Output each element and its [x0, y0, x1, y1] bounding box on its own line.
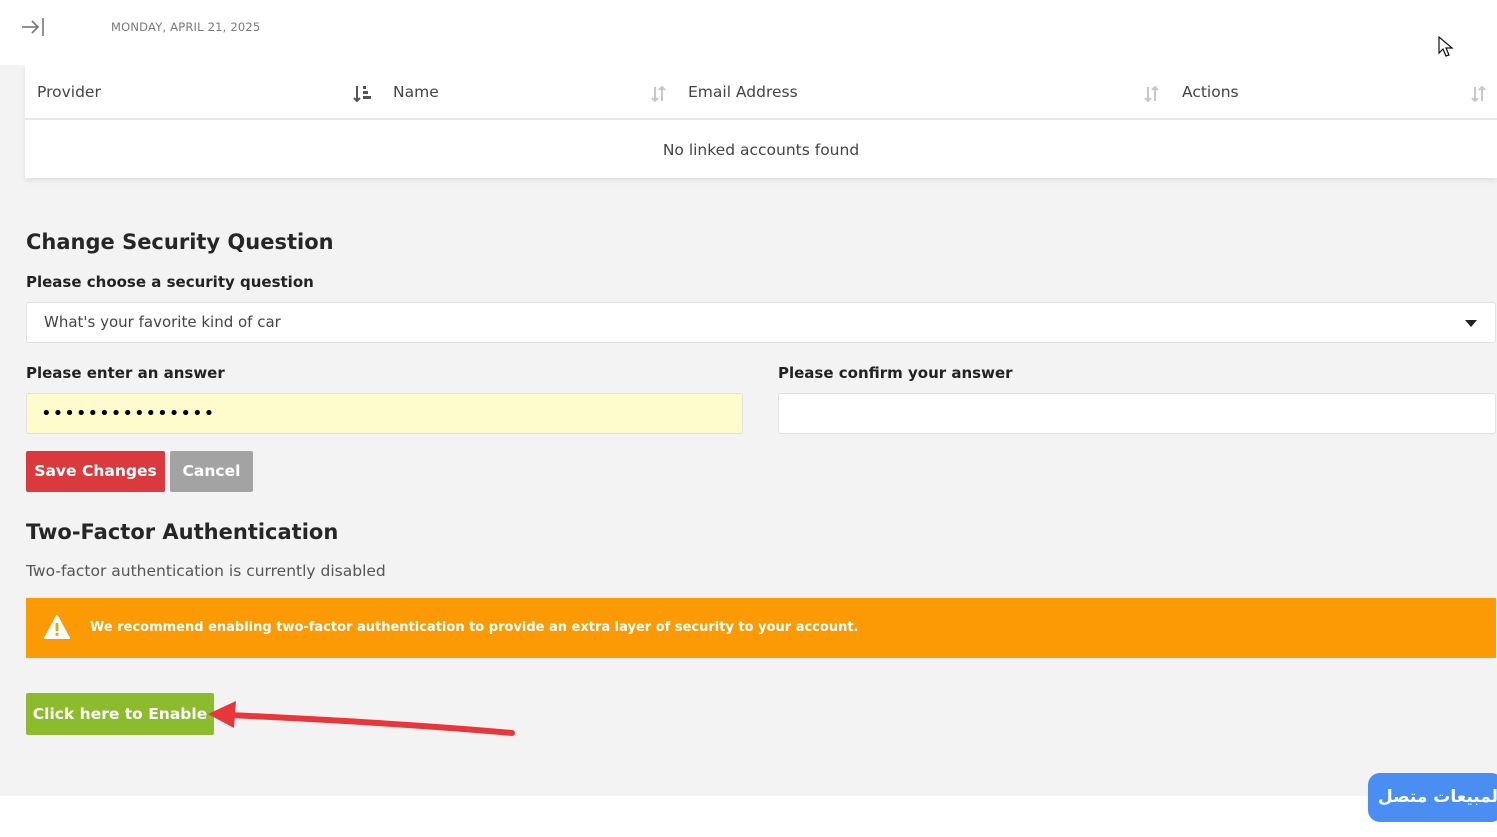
- security-question-title: Change Security Question: [26, 230, 334, 254]
- security-question-select[interactable]: What's your favorite kind of car: [26, 302, 1496, 343]
- table-header: Provider Name Email Address Actions: [25, 65, 1497, 120]
- column-header-provider[interactable]: Provider: [37, 65, 101, 120]
- sort-icon[interactable]: [1469, 85, 1489, 103]
- selected-question: What's your favorite kind of car: [44, 313, 281, 331]
- security-question-label: Please choose a security question: [26, 273, 314, 291]
- two-factor-warning-alert: We recommend enabling two-factor authent…: [26, 598, 1496, 658]
- empty-table-message: No linked accounts found: [662, 141, 860, 159]
- sort-icon[interactable]: [1142, 85, 1162, 103]
- annotation-arrow-icon: [208, 701, 515, 736]
- linked-accounts-table: Provider Name Email Address Actions No l…: [25, 65, 1497, 178]
- sidebar-expand-icon[interactable]: [20, 16, 46, 38]
- mouse-cursor-icon: [1438, 36, 1454, 57]
- two-factor-title: Two-Factor Authentication: [26, 520, 339, 544]
- enable-two-factor-button[interactable]: Click here to Enable: [26, 693, 214, 735]
- two-factor-status: Two-factor authentication is currently d…: [26, 562, 386, 580]
- warning-icon: [44, 615, 70, 639]
- column-header-name[interactable]: Name: [393, 65, 439, 120]
- answer-label: Please enter an answer: [26, 364, 225, 382]
- column-header-email[interactable]: Email Address: [688, 65, 798, 120]
- column-header-actions[interactable]: Actions: [1182, 65, 1239, 120]
- chat-label: المبيعات متصل: [1378, 787, 1497, 807]
- current-date: MONDAY, APRIL 21, 2025: [111, 20, 261, 34]
- sort-icon[interactable]: [649, 85, 669, 103]
- cancel-button[interactable]: Cancel: [170, 451, 253, 492]
- footer: [0, 796, 1497, 837]
- confirm-answer-label: Please confirm your answer: [778, 364, 1013, 382]
- top-bar: MONDAY, APRIL 21, 2025: [0, 0, 1497, 65]
- alert-message: We recommend enabling two-factor authent…: [90, 620, 859, 635]
- chevron-down-icon: [1465, 320, 1477, 327]
- sort-ascending-icon[interactable]: [353, 85, 373, 103]
- confirm-answer-input[interactable]: [778, 393, 1496, 434]
- live-chat-button[interactable]: المبيعات متصل: [1368, 773, 1497, 822]
- save-changes-button[interactable]: Save Changes: [26, 451, 165, 492]
- answer-input[interactable]: [26, 393, 743, 434]
